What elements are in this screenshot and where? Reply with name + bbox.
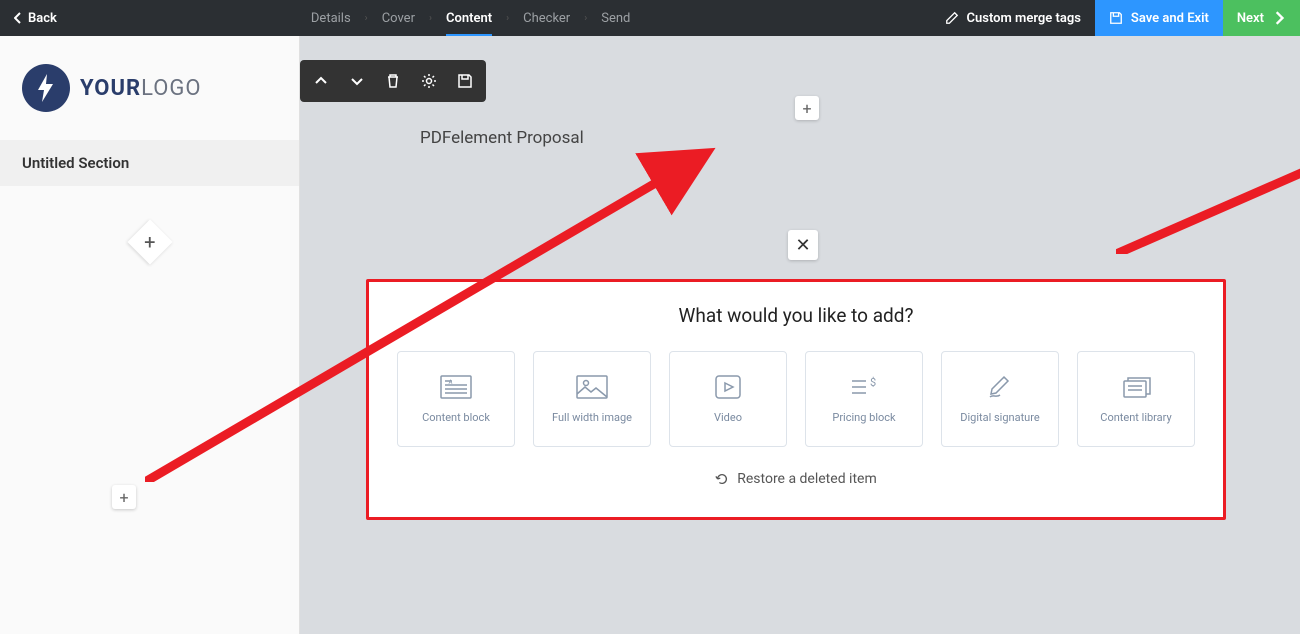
restore-label: Restore a deleted item — [737, 471, 877, 487]
move-down-button[interactable] — [340, 64, 374, 98]
card-content-block[interactable]: A Content block — [397, 351, 515, 447]
plus-icon: + — [144, 230, 155, 254]
back-button[interactable]: Back — [0, 0, 71, 36]
breadcrumb-separator: › — [429, 13, 432, 24]
add-panel: What would you like to add? A Content bl… — [366, 279, 1226, 520]
breadcrumb: Details › Cover › Content › Checker › Se… — [311, 0, 630, 36]
breadcrumb-cover[interactable]: Cover — [382, 0, 415, 36]
panel-grid: A Content block Full width image Video $… — [385, 351, 1207, 447]
save-block-button[interactable] — [448, 64, 482, 98]
card-video[interactable]: Video — [669, 351, 787, 447]
gear-icon — [421, 73, 437, 89]
logo-area: YOURLOGO — [0, 36, 299, 140]
next-button[interactable]: Next — [1223, 0, 1300, 36]
top-toolbar: Back Details › Cover › Content › Checker… — [0, 0, 1300, 36]
signature-icon — [984, 375, 1016, 399]
card-label: Content library — [1100, 411, 1171, 424]
restore-link[interactable]: Restore a deleted item — [385, 471, 1207, 487]
breadcrumb-separator: › — [506, 13, 509, 24]
chevron-up-icon — [313, 73, 329, 89]
card-digital-signature[interactable]: Digital signature — [941, 351, 1059, 447]
custom-merge-label: Custom merge tags — [967, 11, 1081, 26]
image-icon — [576, 375, 608, 399]
save-exit-button[interactable]: Save and Exit — [1095, 0, 1223, 36]
svg-text:A: A — [449, 379, 453, 386]
breadcrumb-separator: › — [365, 13, 368, 24]
breadcrumb-content[interactable]: Content — [446, 0, 492, 36]
card-full-width-image[interactable]: Full width image — [533, 351, 651, 447]
card-label: Video — [714, 411, 742, 424]
logo-your: YOUR — [80, 76, 141, 101]
breadcrumb-details[interactable]: Details — [311, 0, 351, 36]
canvas: PDFelement Proposal + ✕ What would you l… — [300, 36, 1300, 634]
card-label: Digital signature — [960, 411, 1039, 424]
chevron-left-icon — [14, 12, 22, 24]
sidebar: YOURLOGO Untitled Section + — [0, 36, 300, 634]
chevron-right-icon — [1272, 11, 1286, 25]
add-block-button[interactable]: + — [795, 96, 819, 120]
save-icon — [1109, 11, 1123, 25]
breadcrumb-send[interactable]: Send — [601, 0, 630, 36]
card-label: Pricing block — [832, 411, 895, 424]
pricing-icon: $ — [848, 375, 880, 399]
card-content-library[interactable]: Content library — [1077, 351, 1195, 447]
breadcrumb-checker[interactable]: Checker — [523, 0, 570, 36]
close-panel-button[interactable]: ✕ — [788, 230, 818, 260]
move-up-button[interactable] — [304, 64, 338, 98]
panel-heading: What would you like to add? — [385, 304, 1207, 327]
add-section-button[interactable]: + — [127, 219, 172, 264]
logo-logo: LOGO — [141, 76, 201, 101]
annotation-arrow — [1116, 64, 1300, 254]
block-toolbar — [300, 60, 486, 102]
video-icon — [712, 375, 744, 399]
right-actions: Custom merge tags Save and Exit Next — [931, 0, 1300, 36]
library-icon — [1120, 375, 1152, 399]
breadcrumb-separator: › — [584, 13, 587, 24]
logo-icon — [22, 64, 70, 112]
add-section-area: + — [0, 226, 299, 258]
document-title[interactable]: PDFelement Proposal — [420, 128, 584, 148]
trash-icon — [385, 73, 401, 89]
settings-button[interactable] — [412, 64, 446, 98]
undo-icon — [715, 472, 729, 486]
card-pricing-block[interactable]: $ Pricing block — [805, 351, 923, 447]
save-icon — [457, 73, 473, 89]
back-label: Back — [28, 11, 57, 26]
add-block-bottom-button[interactable]: + — [112, 485, 136, 509]
custom-merge-button[interactable]: Custom merge tags — [931, 0, 1095, 36]
logo-text: YOURLOGO — [80, 76, 202, 101]
next-label: Next — [1237, 11, 1264, 26]
section-title[interactable]: Untitled Section — [0, 140, 299, 186]
save-exit-label: Save and Exit — [1131, 11, 1209, 26]
chevron-down-icon — [349, 73, 365, 89]
content-block-icon: A — [440, 375, 472, 399]
main-area: YOURLOGO Untitled Section + PDFelement P… — [0, 36, 1300, 634]
pencil-icon — [945, 11, 959, 25]
card-label: Content block — [422, 411, 490, 424]
delete-button[interactable] — [376, 64, 410, 98]
svg-text:$: $ — [870, 376, 876, 389]
card-label: Full width image — [552, 411, 632, 424]
